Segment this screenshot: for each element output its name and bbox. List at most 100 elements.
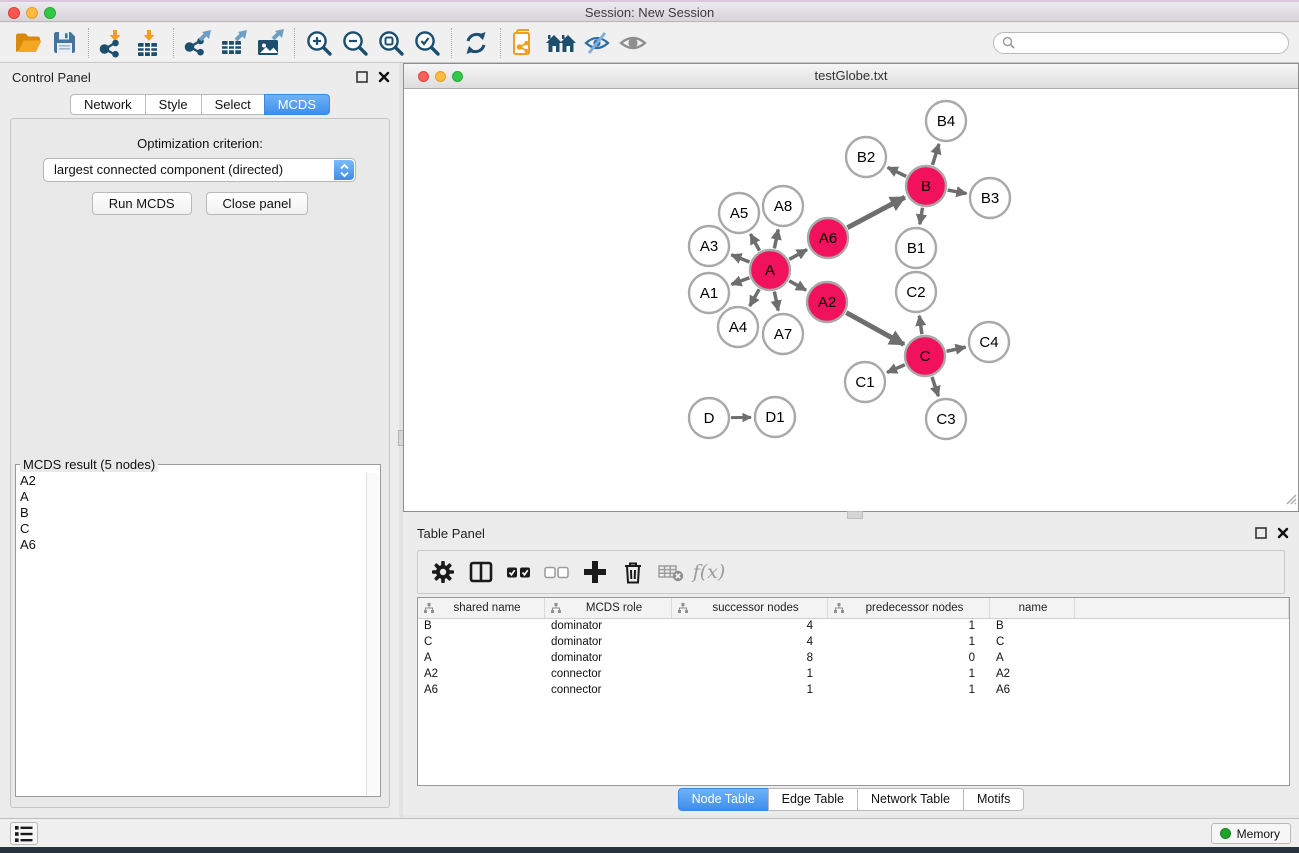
column-header[interactable]: MCDS role	[545, 598, 672, 618]
graph-node-D1[interactable]: D1	[755, 397, 795, 437]
horizontal-splitter-handle[interactable]	[847, 511, 863, 519]
run-mcds-button[interactable]: Run MCDS	[92, 192, 192, 215]
graph-edge-A-A4[interactable]	[750, 289, 759, 306]
graph-node-C[interactable]: C	[905, 336, 945, 376]
resize-grip-icon[interactable]	[1284, 492, 1297, 510]
graph-edge-A6-B[interactable]	[847, 197, 904, 227]
cell-mcds-role[interactable]: dominator	[545, 619, 672, 635]
save-session-icon[interactable]	[46, 26, 82, 60]
graph-node-A7[interactable]: A7	[763, 314, 803, 354]
graph-node-A3[interactable]: A3	[689, 226, 729, 266]
tab-node-table[interactable]: Node Table	[678, 788, 769, 811]
column-header[interactable]: shared name	[418, 598, 545, 618]
graph-edge-B-B1[interactable]	[920, 208, 923, 225]
graph-node-B2[interactable]: B2	[846, 137, 886, 177]
graph-edge-B-B4[interactable]	[932, 144, 938, 165]
close-panel-icon[interactable]	[378, 70, 390, 88]
graph-node-A8[interactable]: A8	[763, 186, 803, 226]
graph-node-B[interactable]: B	[906, 166, 946, 206]
show-panels-list-button[interactable]	[10, 822, 38, 845]
cell-predecessor-nodes[interactable]: 1	[828, 683, 990, 699]
memory-button[interactable]: Memory	[1211, 823, 1291, 844]
graph-node-B4[interactable]: B4	[926, 101, 966, 141]
list-item[interactable]: A2	[20, 473, 361, 489]
cell-predecessor-nodes[interactable]: 1	[828, 667, 990, 683]
cell-mcds-role[interactable]: dominator	[545, 635, 672, 651]
graph-node-A2[interactable]: A2	[807, 282, 847, 322]
graph-node-A1[interactable]: A1	[689, 273, 729, 313]
graph-edge-A-A1[interactable]	[731, 278, 749, 285]
tab-style[interactable]: Style	[145, 94, 202, 115]
zoom-fit-icon[interactable]	[373, 26, 409, 60]
birdseye-view-icon[interactable]	[615, 26, 651, 60]
graph-node-C3[interactable]: C3	[926, 399, 966, 439]
function-builder-icon[interactable]: f(x)	[690, 554, 728, 590]
zoom-in-icon[interactable]	[301, 26, 337, 60]
list-item[interactable]: A	[20, 489, 361, 505]
graph-edge-A-A6[interactable]	[789, 250, 807, 260]
graph-node-A6[interactable]: A6	[808, 218, 848, 258]
graph-edge-B-B3[interactable]	[948, 190, 967, 194]
graph-edge-A-A3[interactable]	[731, 255, 749, 262]
column-header[interactable]: predecessor nodes	[828, 598, 990, 618]
result-list-scrollbar[interactable]	[366, 473, 379, 795]
cell-shared-name[interactable]: A2	[418, 667, 545, 683]
graph-node-A[interactable]: A	[750, 250, 790, 290]
cell-mcds-role[interactable]: connector	[545, 683, 672, 699]
cell-shared-name[interactable]: A6	[418, 683, 545, 699]
graph-node-C4[interactable]: C4	[969, 322, 1009, 362]
cell-name[interactable]: A6	[990, 683, 1075, 699]
export-table-icon[interactable]	[216, 26, 252, 60]
tab-select[interactable]: Select	[201, 94, 265, 115]
graph-node-D[interactable]: D	[689, 398, 729, 438]
network-canvas[interactable]: B4B2BB3A8A5A6A3B1AA1C2A2A4A7C4CC1C3DD1	[404, 89, 1298, 511]
cell-name[interactable]: C	[990, 635, 1075, 651]
delete-column-icon[interactable]	[614, 554, 652, 590]
import-network-icon[interactable]	[95, 26, 131, 60]
tab-motifs[interactable]: Motifs	[963, 788, 1024, 811]
graph-node-C2[interactable]: C2	[896, 272, 936, 312]
unselect-all-icon[interactable]	[538, 554, 576, 590]
table-row[interactable]: B dominator 4 1 B	[418, 619, 1289, 635]
delete-table-icon[interactable]	[652, 554, 690, 590]
network-file-icon[interactable]	[507, 26, 543, 60]
export-image-icon[interactable]	[252, 26, 288, 60]
column-header[interactable]: name	[990, 598, 1075, 618]
graph-node-A4[interactable]: A4	[718, 307, 758, 347]
search-box[interactable]	[993, 32, 1289, 54]
float-panel-icon[interactable]	[356, 70, 368, 88]
select-all-icon[interactable]	[500, 554, 538, 590]
cell-name[interactable]: A2	[990, 667, 1075, 683]
graph-edge-C-C4[interactable]	[946, 347, 965, 351]
cell-successor-nodes[interactable]: 8	[672, 651, 828, 667]
graph-edge-A-A8[interactable]	[774, 230, 778, 249]
table-row[interactable]: A6 connector 1 1 A6	[418, 683, 1289, 699]
cell-successor-nodes[interactable]: 1	[672, 683, 828, 699]
tab-mcds[interactable]: MCDS	[264, 94, 330, 115]
search-input[interactable]	[1015, 36, 1280, 50]
criterion-dropdown[interactable]: largest connected component (directed)	[43, 158, 356, 182]
hide-graphics-details-icon[interactable]	[579, 26, 615, 60]
list-item[interactable]: A6	[20, 537, 361, 553]
cell-mcds-role[interactable]: dominator	[545, 651, 672, 667]
import-table-icon[interactable]	[131, 26, 167, 60]
cell-predecessor-nodes[interactable]: 0	[828, 651, 990, 667]
graph-edge-C-C2[interactable]	[919, 316, 922, 334]
table-row[interactable]: A dominator 8 0 A	[418, 651, 1289, 667]
tab-network[interactable]: Network	[70, 94, 146, 115]
graph-edge-B-B2[interactable]	[888, 167, 907, 176]
table-options-icon[interactable]	[424, 554, 462, 590]
close-panel-icon[interactable]	[1277, 526, 1289, 544]
zoom-selected-icon[interactable]	[409, 26, 445, 60]
refresh-network-icon[interactable]	[458, 26, 494, 60]
cell-shared-name[interactable]: A	[418, 651, 545, 667]
cell-predecessor-nodes[interactable]: 1	[828, 619, 990, 635]
network-graph[interactable]: B4B2BB3A8A5A6A3B1AA1C2A2A4A7C4CC1C3DD1	[404, 89, 1298, 511]
tab-edge-table[interactable]: Edge Table	[768, 788, 858, 811]
graph-edge-C-C1[interactable]	[887, 365, 905, 373]
cell-name[interactable]: A	[990, 651, 1075, 667]
zoom-out-icon[interactable]	[337, 26, 373, 60]
graph-node-B3[interactable]: B3	[970, 178, 1010, 218]
graph-edge-A2-C[interactable]	[846, 313, 904, 345]
table-row[interactable]: C dominator 4 1 C	[418, 635, 1289, 651]
